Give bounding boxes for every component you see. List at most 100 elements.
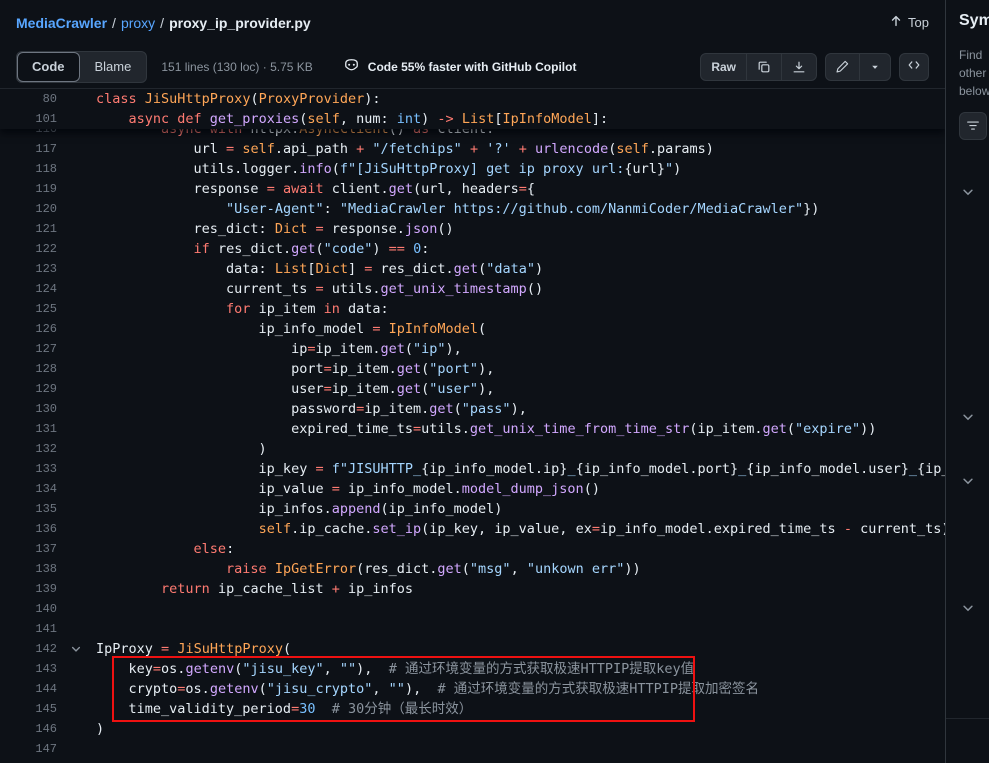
code-line: 117 url = self.api_path + "/fetchips" + …: [0, 139, 945, 159]
code-text: time_validity_period=30 # 30分钟（最长时效）: [96, 699, 945, 719]
code-text: utils.logger.info(f"[JiSuHttpProxy] get …: [96, 159, 945, 179]
code-line: 145 time_validity_period=30 # 30分钟（最长时效）: [0, 699, 945, 719]
breadcrumb-repo-link[interactable]: MediaCrawler: [16, 15, 107, 31]
caret-gutter: [57, 109, 96, 129]
caret-gutter: [57, 419, 96, 439]
line-number[interactable]: 125: [0, 299, 57, 319]
breadcrumb-folder-link[interactable]: proxy: [121, 15, 155, 31]
line-number[interactable]: 123: [0, 259, 57, 279]
code-lines: 116 async with httpx.AsyncClient() as cl…: [0, 89, 945, 759]
symbols-panel-divider: [946, 718, 989, 719]
line-number[interactable]: 147: [0, 739, 57, 759]
line-number[interactable]: 131: [0, 419, 57, 439]
back-to-top-button[interactable]: Top: [889, 14, 929, 31]
code-text: raise IpGetError(res_dict.get("msg", "un…: [96, 559, 945, 579]
code-text: ): [96, 439, 945, 459]
line-number[interactable]: 130: [0, 399, 57, 419]
raw-button[interactable]: Raw: [701, 54, 747, 80]
code-text: response = await client.get(url, headers…: [96, 179, 945, 199]
line-number[interactable]: 140: [0, 599, 57, 619]
line-number[interactable]: 101: [0, 109, 57, 129]
code-line: 138 raise IpGetError(res_dict.get("msg",…: [0, 559, 945, 579]
copilot-icon: [343, 57, 360, 77]
symbols-toggle-button[interactable]: [899, 53, 929, 81]
caret-gutter: [57, 719, 96, 739]
tab-code[interactable]: Code: [17, 52, 80, 82]
line-number[interactable]: 146: [0, 719, 57, 739]
caret-gutter: [57, 359, 96, 379]
line-number[interactable]: 120: [0, 199, 57, 219]
github-file-view: MediaCrawler/proxy/proxy_ip_provider.py …: [0, 0, 989, 763]
line-number[interactable]: 137: [0, 539, 57, 559]
line-number[interactable]: 128: [0, 359, 57, 379]
line-number[interactable]: 145: [0, 699, 57, 719]
code-text: return ip_cache_list + ip_infos: [96, 579, 945, 599]
line-number[interactable]: 129: [0, 379, 57, 399]
line-number[interactable]: 117: [0, 139, 57, 159]
pencil-icon[interactable]: [826, 54, 860, 80]
code-blame-switch: Code Blame: [16, 51, 147, 83]
code-line: 137 else:: [0, 539, 945, 559]
line-number[interactable]: 136: [0, 519, 57, 539]
chevron-down-icon[interactable]: [961, 410, 975, 424]
line-number[interactable]: 143: [0, 659, 57, 679]
code-line: 121 res_dict: Dict = response.json(): [0, 219, 945, 239]
caret-gutter: [57, 479, 96, 499]
chevron-down-icon[interactable]: [961, 474, 975, 488]
code-text: else:: [96, 539, 945, 559]
chevron-down-icon[interactable]: [961, 185, 975, 199]
line-number[interactable]: 126: [0, 319, 57, 339]
caret-gutter: [57, 219, 96, 239]
code-line: 140: [0, 599, 945, 619]
code-text: crypto=os.getenv("jisu_crypto", ""), # 通…: [96, 679, 945, 699]
copilot-text: Code 55% faster with GitHub Copilot: [368, 60, 577, 74]
line-number[interactable]: 144: [0, 679, 57, 699]
code-line: 124 current_ts = utils.get_unix_timestam…: [0, 279, 945, 299]
chevron-down-icon[interactable]: [860, 54, 890, 80]
collapse-chevron-icon[interactable]: [57, 639, 96, 659]
line-number[interactable]: 138: [0, 559, 57, 579]
line-number[interactable]: 135: [0, 499, 57, 519]
code-line: 146): [0, 719, 945, 739]
code-line: 133 ip_key = f"JISUHTTP_{ip_info_model.i…: [0, 459, 945, 479]
caret-gutter: [57, 539, 96, 559]
code-line: 130 password=ip_item.get("pass"),: [0, 399, 945, 419]
back-to-top-label: Top: [908, 15, 929, 30]
code-line: 139 return ip_cache_list + ip_infos: [0, 579, 945, 599]
line-number[interactable]: 127: [0, 339, 57, 359]
line-number[interactable]: 119: [0, 179, 57, 199]
code-text: res_dict: Dict = response.json(): [96, 219, 945, 239]
code-text: for ip_item in data:: [96, 299, 945, 319]
line-number[interactable]: 141: [0, 619, 57, 639]
copilot-banner: Code 55% faster with GitHub Copilot: [343, 57, 577, 77]
line-number[interactable]: 134: [0, 479, 57, 499]
line-number[interactable]: 133: [0, 459, 57, 479]
code-text: ): [96, 719, 945, 739]
line-number[interactable]: 122: [0, 239, 57, 259]
code-line: 144 crypto=os.getenv("jisu_crypto", ""),…: [0, 679, 945, 699]
code-line: 126 ip_info_model = IpInfoModel(: [0, 319, 945, 339]
code-line: 128 port=ip_item.get("port"),: [0, 359, 945, 379]
code-text: IpProxy = JiSuHttpProxy(: [96, 639, 945, 659]
caret-gutter: [57, 319, 96, 339]
line-number[interactable]: 142: [0, 639, 57, 659]
line-number[interactable]: 139: [0, 579, 57, 599]
caret-gutter: [57, 259, 96, 279]
file-header: MediaCrawler/proxy/proxy_ip_provider.py …: [0, 0, 945, 45]
line-number[interactable]: 132: [0, 439, 57, 459]
code-line: 131 expired_time_ts=utils.get_unix_time_…: [0, 419, 945, 439]
line-number[interactable]: 121: [0, 219, 57, 239]
tab-blame[interactable]: Blame: [80, 52, 147, 82]
caret-gutter: [57, 699, 96, 719]
code-text: ip_info_model = IpInfoModel(: [96, 319, 945, 339]
line-number[interactable]: 80: [0, 89, 57, 109]
copy-icon[interactable]: [747, 54, 782, 80]
download-icon[interactable]: [782, 54, 816, 80]
code-line: 135 ip_infos.append(ip_info_model): [0, 499, 945, 519]
caret-gutter: [57, 399, 96, 419]
filter-icon[interactable]: [959, 112, 987, 140]
line-number[interactable]: 118: [0, 159, 57, 179]
chevron-down-icon[interactable]: [961, 601, 975, 615]
line-number[interactable]: 124: [0, 279, 57, 299]
caret-gutter: [57, 199, 96, 219]
